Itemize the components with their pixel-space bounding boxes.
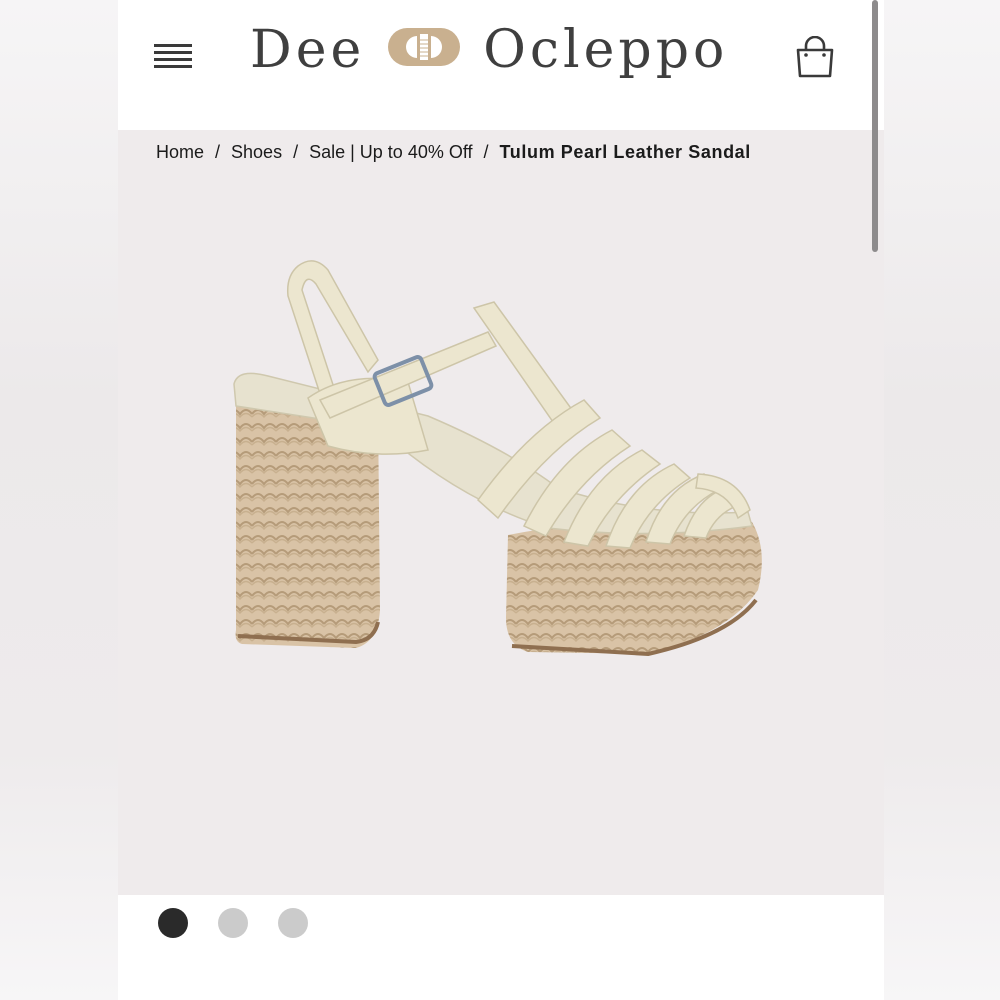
blurred-left-margin bbox=[0, 0, 118, 1000]
gallery-dot-2[interactable] bbox=[218, 908, 248, 938]
breadcrumb-home[interactable]: Home bbox=[156, 142, 204, 163]
page-scrollbar[interactable] bbox=[872, 0, 878, 252]
hamburger-menu-icon[interactable] bbox=[154, 42, 192, 74]
blurred-right-margin bbox=[884, 0, 1000, 1000]
shopping-bag-icon[interactable] bbox=[794, 35, 836, 80]
product-image-sandal bbox=[233, 260, 762, 657]
breadcrumb-separator: / bbox=[293, 142, 299, 162]
gallery-dot-3[interactable] bbox=[278, 908, 308, 938]
breadcrumb-sale[interactable]: Sale | Up to 40% Off bbox=[309, 142, 472, 163]
breadcrumb-separator: / bbox=[483, 142, 489, 162]
breadcrumb: Home / Shoes / Sale | Up to 40% Off / Tu… bbox=[156, 142, 751, 163]
brand-name-right: Ocleppo bbox=[483, 20, 729, 80]
buckle-logo-mark bbox=[387, 20, 461, 80]
brand-name-left: Dee bbox=[250, 20, 366, 80]
brand-logo[interactable]: Dee Ocleppo bbox=[250, 18, 728, 82]
site-header: Dee Ocleppo bbox=[118, 0, 884, 130]
breadcrumb-shoes[interactable]: Shoes bbox=[231, 142, 282, 163]
breadcrumb-current: Tulum Pearl Leather Sandal bbox=[499, 142, 751, 162]
gallery-pagination bbox=[158, 908, 308, 938]
gallery-dot-1[interactable] bbox=[158, 908, 188, 938]
product-page: Dee Ocleppo Home / Shoes / Sale | Up to … bbox=[118, 0, 884, 1000]
breadcrumb-separator: / bbox=[215, 142, 221, 162]
